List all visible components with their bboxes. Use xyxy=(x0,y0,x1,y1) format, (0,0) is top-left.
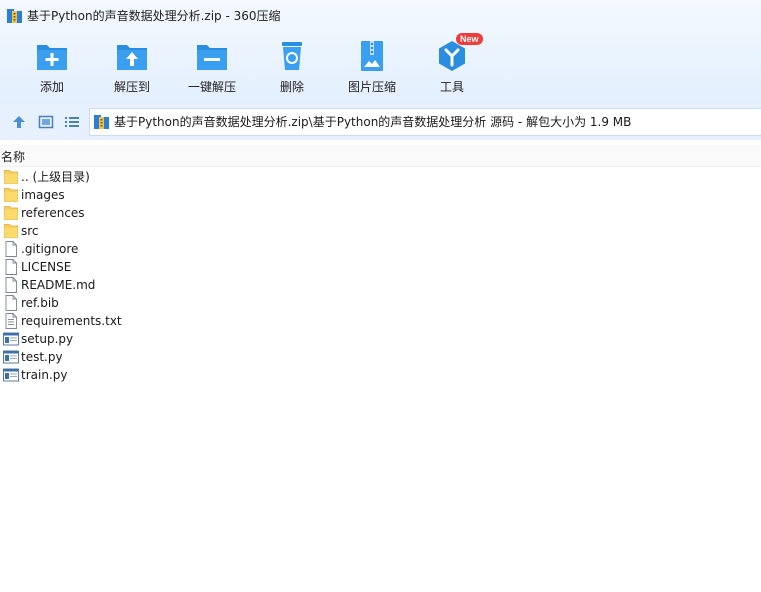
delete-label: 删除 xyxy=(279,80,304,94)
folder-row[interactable]: .. (上级目录) xyxy=(0,168,761,186)
file-name: train.py xyxy=(21,368,68,382)
folder-icon xyxy=(3,205,19,221)
file-icon xyxy=(3,259,19,275)
text-file-icon xyxy=(3,313,19,329)
file-name: .. (上级目录) xyxy=(21,170,90,184)
folder-row[interactable]: src xyxy=(0,222,761,240)
archive-icon xyxy=(94,115,109,129)
image-compress-icon xyxy=(361,41,383,71)
image-compress-label: 图片压缩 xyxy=(347,80,396,94)
one-click-extract-label: 一键解压 xyxy=(187,80,236,94)
tools-label: 工具 xyxy=(439,80,464,94)
file-name: .gitignore xyxy=(21,242,79,256)
extract-to-icon xyxy=(117,45,147,70)
window-title: 基于Python的声音数据处理分析.zip - 360压缩 xyxy=(27,9,281,23)
file-list: .. (上级目录) images references src .gitignore LI… xyxy=(0,168,761,384)
file-name: setup.py xyxy=(21,332,74,346)
folder-row[interactable]: images xyxy=(0,186,761,204)
delete-button[interactable]: 删除 xyxy=(254,36,330,98)
address-bar[interactable]: 基于Python的声音数据处理分析.zip\基于Python的声音数据处理分析 … xyxy=(89,108,761,136)
file-name: images xyxy=(21,188,65,202)
toolbar: 添加 解压到 一键解压 删除 图片压缩 New 工具 xyxy=(0,33,761,98)
extract-to-button[interactable]: 解压到 xyxy=(94,36,170,98)
python-file-icon xyxy=(3,367,19,383)
file-name: references xyxy=(21,206,85,220)
address-row: 基于Python的声音数据处理分析.zip\基于Python的声音数据处理分析 … xyxy=(0,104,761,140)
python-file-icon xyxy=(3,331,19,347)
address-path: 基于Python的声音数据处理分析.zip\基于Python的声音数据处理分析 … xyxy=(114,115,632,129)
file-row[interactable]: test.py xyxy=(0,348,761,366)
one-click-extract-icon xyxy=(197,45,227,70)
file-name: test.py xyxy=(21,350,63,364)
file-name: requirements.txt xyxy=(21,314,122,328)
archive-app-icon xyxy=(7,9,22,23)
folder-icon xyxy=(3,223,19,239)
file-row[interactable]: LICENSE xyxy=(0,258,761,276)
folder-icon xyxy=(3,169,19,185)
folder-icon xyxy=(3,187,19,203)
title-bar: 基于Python的声音数据处理分析.zip - 360压缩 xyxy=(0,0,761,32)
app-window: 基于Python的声音数据处理分析.zip - 360压缩 添加 解压到 一键解… xyxy=(0,0,761,592)
file-row[interactable]: train.py xyxy=(0,366,761,384)
add-button[interactable]: 添加 xyxy=(14,36,90,98)
add-icon xyxy=(37,45,67,70)
column-header: 名称 xyxy=(0,145,761,167)
file-row[interactable]: README.md xyxy=(0,276,761,294)
file-icon xyxy=(3,277,19,293)
one-click-extract-button[interactable]: 一键解压 xyxy=(174,36,250,98)
column-name-header[interactable]: 名称 xyxy=(1,148,25,165)
file-name: LICENSE xyxy=(21,260,72,274)
file-icon xyxy=(3,295,19,311)
top-region: 基于Python的声音数据处理分析.zip - 360压缩 添加 解压到 一键解… xyxy=(0,0,761,104)
tools-button[interactable]: New 工具 xyxy=(414,33,490,98)
file-row[interactable]: setup.py xyxy=(0,330,761,348)
image-compress-button[interactable]: 图片压缩 xyxy=(334,36,410,98)
folder-row[interactable]: references xyxy=(0,204,761,222)
file-name: src xyxy=(21,224,39,238)
new-badge: New xyxy=(456,33,483,45)
delete-icon xyxy=(282,42,302,70)
file-icon xyxy=(3,241,19,257)
file-row[interactable]: ref.bib xyxy=(0,294,761,312)
thumbnail-view-icon[interactable] xyxy=(38,114,54,130)
list-view-icon[interactable] xyxy=(64,114,80,130)
python-file-icon xyxy=(3,349,19,365)
extract-to-label: 解压到 xyxy=(113,80,150,94)
file-row[interactable]: .gitignore xyxy=(0,240,761,258)
file-row[interactable]: requirements.txt xyxy=(0,312,761,330)
up-arrow-icon[interactable] xyxy=(11,114,27,130)
file-name: ref.bib xyxy=(21,296,59,310)
file-name: README.md xyxy=(21,278,96,292)
add-label: 添加 xyxy=(39,80,64,94)
